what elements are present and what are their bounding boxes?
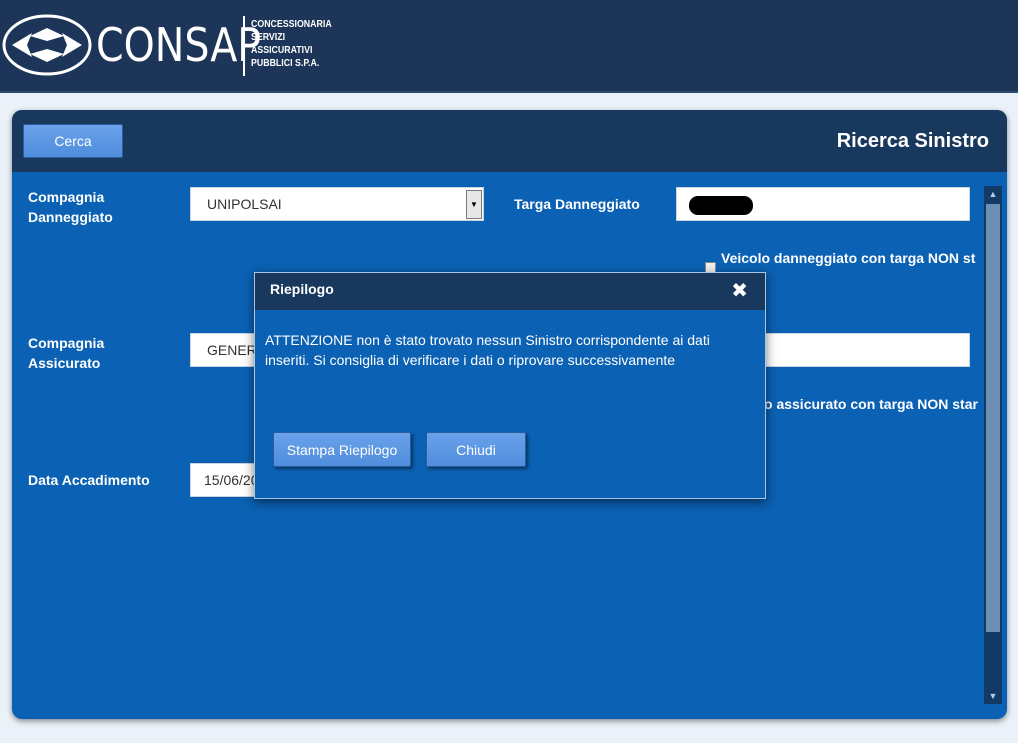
site-header: CONSAP CONCESSIONARIA SERVIZI ASSICURATI… (0, 0, 1018, 93)
compagnia-danneggiato-select[interactable]: UNIPOLSAI ▼ (190, 187, 484, 221)
compagnia-danneggiato-label: Compagnia Danneggiato (28, 189, 113, 225)
veicolo-assicurato-check-label: o assicurato con targa NON star (764, 396, 978, 412)
data-accadimento-value: 15/06/20 (204, 472, 259, 488)
scroll-thumb[interactable] (986, 204, 1000, 632)
logo-subtitle-line: CONCESSIONARIA (251, 19, 332, 30)
redacted-value (689, 196, 753, 215)
triangle-down-icon[interactable]: ▼ (466, 190, 482, 219)
targa-danneggiato-input[interactable] (676, 187, 970, 221)
stampa-riepilogo-button[interactable]: Stampa Riepilogo (273, 432, 411, 467)
logo-subtitle-line: SERVIZI (251, 32, 286, 43)
vertical-scrollbar[interactable]: ▲ ▼ (984, 186, 1002, 704)
panel-header: Cerca Ricerca Sinistro (12, 110, 1007, 172)
chiudi-button[interactable]: Chiudi (426, 432, 526, 467)
riepilogo-dialog: Riepilogo ✖ ATTENZIONE non è stato trova… (254, 272, 766, 499)
dialog-header: Riepilogo ✖ (255, 273, 765, 310)
chevron-down-icon[interactable]: ▼ (984, 688, 1002, 704)
targa-danneggiato-label: Targa Danneggiato (514, 196, 640, 212)
dialog-message: ATTENZIONE non è stato trovato nessun Si… (265, 332, 710, 368)
dialog-title: Riepilogo (270, 281, 334, 297)
compagnia-danneggiato-value: UNIPOLSAI (207, 196, 282, 212)
compagnia-assicurato-value: GENER (207, 342, 257, 358)
logo-wordmark: CONSAP (96, 18, 262, 72)
triangle-up-icon[interactable]: ▲ (984, 186, 1002, 202)
page-title: Ricerca Sinistro (836, 130, 989, 152)
close-icon[interactable]: ✖ (731, 278, 748, 303)
logo-subtitle-line: ASSICURATIVI (251, 45, 313, 56)
logo-subtitle: CONCESSIONARIA SERVIZI ASSICURATIVI PUBB… (251, 18, 332, 70)
veicolo-danneggiato-check-label: Veicolo danneggiato con targa NON st (721, 250, 976, 266)
logo-divider (243, 16, 245, 76)
compagnia-assicurato-label: Compagnia Assicurato (28, 335, 105, 371)
logo-subtitle-line: PUBBLICI S.P.A. (251, 58, 320, 69)
cerca-button[interactable]: Cerca (23, 124, 123, 158)
data-accadimento-label: Data Accadimento (28, 472, 150, 488)
consap-logo-icon (2, 14, 92, 76)
